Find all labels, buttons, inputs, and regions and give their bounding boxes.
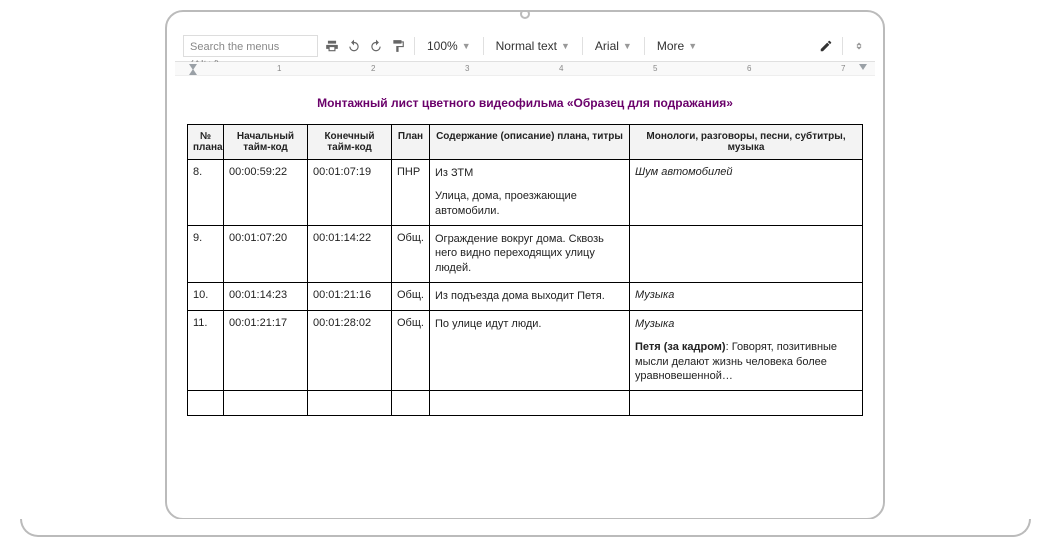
speaker-name: Петя (за кадром)	[635, 341, 726, 353]
indent-marker-icon[interactable]	[189, 69, 197, 75]
search-input[interactable]: Search the menus (Alt+/)	[183, 35, 318, 57]
header-tc-end: Конечный тайм-код	[308, 125, 392, 160]
table-row[interactable]: 9. 00:01:07:20 00:01:14:22 Общ. Огражден…	[188, 225, 863, 283]
cell-plan: ПНР	[392, 160, 430, 226]
style-value: Normal text	[496, 39, 557, 53]
font-value: Arial	[595, 39, 619, 53]
print-icon[interactable]	[324, 38, 340, 54]
cell-desc	[430, 391, 630, 416]
cell-mono: Музыка	[630, 283, 863, 311]
page-title: Монтажный лист цветного видеофильма «Обр…	[187, 96, 863, 110]
cell-tc-start: 00:01:21:17	[224, 310, 308, 390]
ruler-mark: 4	[559, 64, 563, 73]
cell-tc-end: 00:01:14:22	[308, 225, 392, 283]
sound-note: Музыка	[635, 318, 674, 330]
desc-line: Из подъезда дома выходит Петя.	[435, 289, 624, 304]
cell-n: 10.	[188, 283, 224, 311]
undo-icon[interactable]	[346, 38, 362, 54]
shot-list-table: № плана Начальный тайм-код Конечный тайм…	[187, 124, 863, 416]
laptop-frame: Search the menus (Alt+/) 100% ▼ Normal te…	[165, 10, 885, 520]
cell-mono	[630, 391, 863, 416]
editing-mode-icon[interactable]	[818, 38, 834, 54]
sound-note: Шум автомобилей	[635, 166, 733, 178]
redo-icon[interactable]	[368, 38, 384, 54]
ruler[interactable]: 1 2 3 4 5 6 7	[175, 62, 875, 76]
ruler-mark: 5	[653, 64, 657, 73]
cell-desc: По улице идут люди.	[430, 310, 630, 390]
cell-plan: Общ.	[392, 225, 430, 283]
cell-tc-start	[224, 391, 308, 416]
cell-mono: Музыка Петя (за кадром): Говорят, позити…	[630, 310, 863, 390]
cell-tc-end	[308, 391, 392, 416]
cell-mono: Шум автомобилей	[630, 160, 863, 226]
chevron-down-icon: ▼	[462, 41, 471, 51]
cell-plan	[392, 391, 430, 416]
separator	[644, 37, 645, 55]
more-label: More	[657, 39, 684, 53]
cell-tc-end: 00:01:28:02	[308, 310, 392, 390]
cell-n	[188, 391, 224, 416]
cell-tc-end: 00:01:21:16	[308, 283, 392, 311]
separator	[483, 37, 484, 55]
separator	[582, 37, 583, 55]
cell-n: 8.	[188, 160, 224, 226]
chevron-down-icon: ▼	[561, 41, 570, 51]
cell-tc-end: 00:01:07:19	[308, 160, 392, 226]
table-row[interactable]: 10. 00:01:14:23 00:01:21:16 Общ. Из подъ…	[188, 283, 863, 311]
right-indent-marker-icon[interactable]	[859, 64, 867, 70]
table-header: № плана Начальный тайм-код Конечный тайм…	[188, 125, 863, 160]
camera-icon	[520, 10, 530, 19]
zoom-dropdown[interactable]: 100% ▼	[423, 39, 475, 53]
zoom-value: 100%	[427, 39, 458, 53]
sound-note: Музыка	[635, 289, 674, 301]
expand-icon[interactable]	[851, 38, 867, 54]
header-mono: Монологи, разговоры, песни, субтитры, му…	[630, 125, 863, 160]
cell-tc-start: 00:01:07:20	[224, 225, 308, 283]
table-row[interactable]: 11. 00:01:21:17 00:01:28:02 Общ. По улиц…	[188, 310, 863, 390]
document-area[interactable]: Монтажный лист цветного видеофильма «Обр…	[175, 76, 875, 510]
table-row[interactable]: 8. 00:00:59:22 00:01:07:19 ПНР Из ЗТМ Ул…	[188, 160, 863, 226]
cell-n: 11.	[188, 310, 224, 390]
header-desc: Содержание (описание) плана, титры	[430, 125, 630, 160]
screen: Search the menus (Alt+/) 100% ▼ Normal te…	[175, 30, 875, 510]
chevron-down-icon: ▼	[623, 41, 632, 51]
desc-line: Из ЗТМ	[435, 166, 624, 181]
cell-plan: Общ.	[392, 310, 430, 390]
font-dropdown[interactable]: Arial ▼	[591, 39, 636, 53]
toolbar: Search the menus (Alt+/) 100% ▼ Normal te…	[175, 30, 875, 62]
ruler-mark: 1	[277, 64, 281, 73]
cell-tc-start: 00:00:59:22	[224, 160, 308, 226]
ruler-mark: 2	[371, 64, 375, 73]
ruler-mark: 6	[747, 64, 751, 73]
ruler-mark: 7	[841, 64, 845, 73]
separator	[842, 37, 843, 55]
cell-desc: Ограждение вокруг дома. Сквозь него видн…	[430, 225, 630, 283]
desc-line: Улица, дома, проезжающие автомобили.	[435, 189, 624, 219]
header-n: № плана	[188, 125, 224, 160]
desc-line: Ограждение вокруг дома. Сквозь него видн…	[435, 232, 624, 277]
header-plan: План	[392, 125, 430, 160]
cell-tc-start: 00:01:14:23	[224, 283, 308, 311]
more-dropdown[interactable]: More ▼	[653, 39, 701, 53]
cell-desc: Из ЗТМ Улица, дома, проезжающие автомоби…	[430, 160, 630, 226]
desc-line: По улице идут люди.	[435, 317, 624, 332]
ruler-mark: 3	[465, 64, 469, 73]
paint-format-icon[interactable]	[390, 38, 406, 54]
cell-plan: Общ.	[392, 283, 430, 311]
laptop-base	[20, 519, 1031, 537]
cell-n: 9.	[188, 225, 224, 283]
table-row[interactable]	[188, 391, 863, 416]
cell-desc: Из подъезда дома выходит Петя.	[430, 283, 630, 311]
style-dropdown[interactable]: Normal text ▼	[492, 39, 574, 53]
header-tc-start: Начальный тайм-код	[224, 125, 308, 160]
separator	[414, 37, 415, 55]
chevron-down-icon: ▼	[688, 41, 697, 51]
dialogue-line: Петя (за кадром): Говорят, позитивные мы…	[635, 340, 857, 385]
cell-mono	[630, 225, 863, 283]
